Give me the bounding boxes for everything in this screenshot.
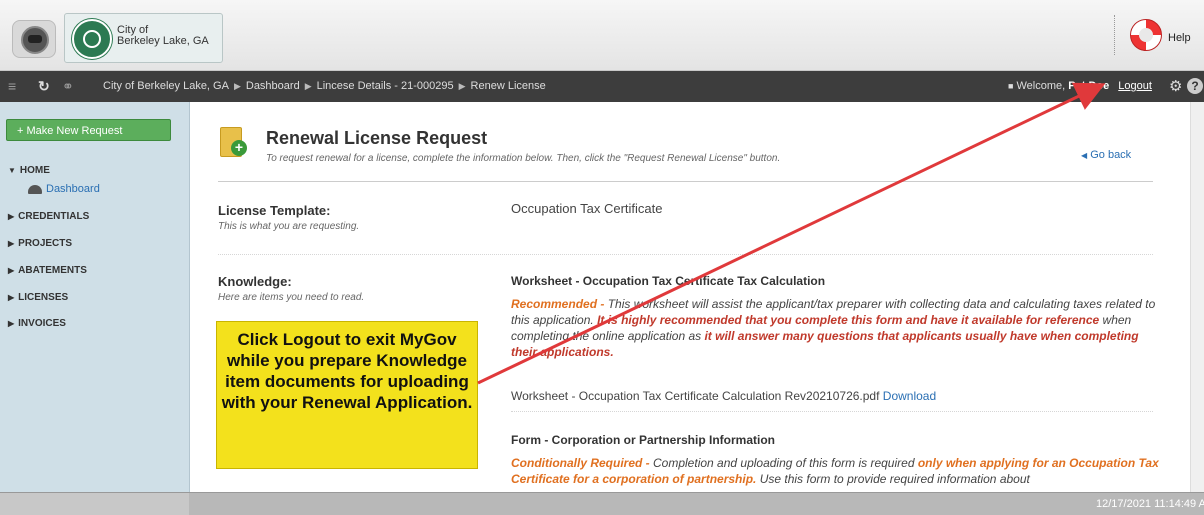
chevron-left-icon: ◀ [1081,151,1088,160]
page-title: Renewal License Request [266,128,488,148]
go-back-link[interactable]: ◀ Go back [1081,149,1131,161]
breadcrumb-separator-icon: ▶ [233,81,241,91]
worksheet-title: Worksheet - Occupation Tax Certificate T… [511,274,826,288]
chevron-down-icon: ▼ [8,166,16,175]
divider [218,181,1153,182]
worksheet-description: Recommended - This worksheet will assist… [511,297,1156,359]
template-sublabel: This is what you are requesting. [218,221,360,232]
gear-icon[interactable]: ⚙ [1169,77,1182,95]
breadcrumb-city[interactable]: City of Berkeley Lake, GA [103,80,229,92]
breadcrumb-renew-license: Renew License [470,80,546,92]
logout-link[interactable]: Logout [1118,80,1152,92]
form-title: Form - Corporation or Partnership Inform… [511,433,776,447]
chevron-right-icon: ▶ [8,293,15,302]
divider [511,411,1153,412]
user-icon: ■ [1008,81,1014,91]
chevron-right-icon: ▶ [8,319,15,328]
folder-add-icon [220,127,247,157]
dashboard-icon [28,184,42,194]
divider [218,254,1153,255]
breadcrumb: City of Berkeley Lake, GA ▶ Dashboard ▶ Linc… [103,80,546,92]
knowledge-sublabel: Here are items you need to read. [218,292,365,303]
top-bar: City of Berkeley Lake, GA Help [0,0,1204,71]
chevron-right-icon: ▶ [8,266,15,275]
welcome-text: Welcome, [1016,80,1066,92]
refresh-icon[interactable]: ↻ [38,79,50,93]
template-label: License Template: [218,203,331,218]
sidebar-item-invoices[interactable]: ▶ INVOICES [8,318,66,329]
city-tab[interactable]: City of Berkeley Lake, GA [64,13,223,63]
link-icon[interactable]: ⚭ [62,79,74,93]
mygov-app-icon[interactable] [12,20,56,58]
sidebar: + Make New Request ▼ HOME Dashboard ▶ CRED… [0,102,190,492]
lifebuoy-help-icon[interactable] [1130,19,1162,51]
sidebar-item-credentials[interactable]: ▶ CREDENTIALS [8,211,89,222]
page-subtitle: To request renewal for a license, comple… [266,153,781,164]
template-value: Occupation Tax Certificate [511,201,663,216]
menu-icon[interactable]: ≡ [8,79,16,93]
make-new-request-button[interactable]: + Make New Request [6,119,171,141]
chevron-right-icon: ▶ [8,212,15,221]
help-link[interactable]: Help [1168,32,1191,44]
question-icon[interactable]: ? [1187,78,1203,94]
instruction-callout: Click Logout to exit MyGov while you pre… [216,321,478,469]
status-left-panel [0,493,189,515]
status-bar: 12/17/2021 11:14:49 AM [0,492,1204,515]
user-name: Pat Doe [1068,80,1110,92]
download-link[interactable]: Download [883,389,936,403]
form-description: Conditionally Required - Completion and … [511,456,1159,486]
breadcrumb-dashboard[interactable]: Dashboard [246,80,300,92]
toolbar-divider [1114,15,1117,55]
sidebar-item-licenses[interactable]: ▶ LICENSES [8,292,68,303]
breadcrumb-license-details[interactable]: Lincese Details - 21-000295 [317,80,454,92]
status-timestamp: 12/17/2021 11:14:49 AM [1096,498,1204,510]
sidebar-item-abatements[interactable]: ▶ ABATEMENTS [8,265,87,276]
worksheet-file: Worksheet - Occupation Tax Certificate C… [511,389,937,403]
welcome-area: ■ Welcome, Pat Doe Logout [1008,80,1152,92]
scrollbar[interactable] [1190,102,1204,492]
city-name: City of Berkeley Lake, GA [117,24,209,47]
nav-bar: ≡ ↻ ⚭ City of Berkeley Lake, GA ▶ Dashboar… [0,71,1204,102]
sidebar-item-projects[interactable]: ▶ PROJECTS [8,238,72,249]
city-seal-icon [72,19,112,59]
knowledge-label: Knowledge: [218,274,292,289]
sidebar-item-home[interactable]: ▼ HOME [8,165,50,176]
breadcrumb-separator-icon: ▶ [458,81,466,91]
sidebar-item-dashboard[interactable]: Dashboard [28,183,100,195]
breadcrumb-separator-icon: ▶ [304,81,312,91]
chevron-right-icon: ▶ [8,239,15,248]
